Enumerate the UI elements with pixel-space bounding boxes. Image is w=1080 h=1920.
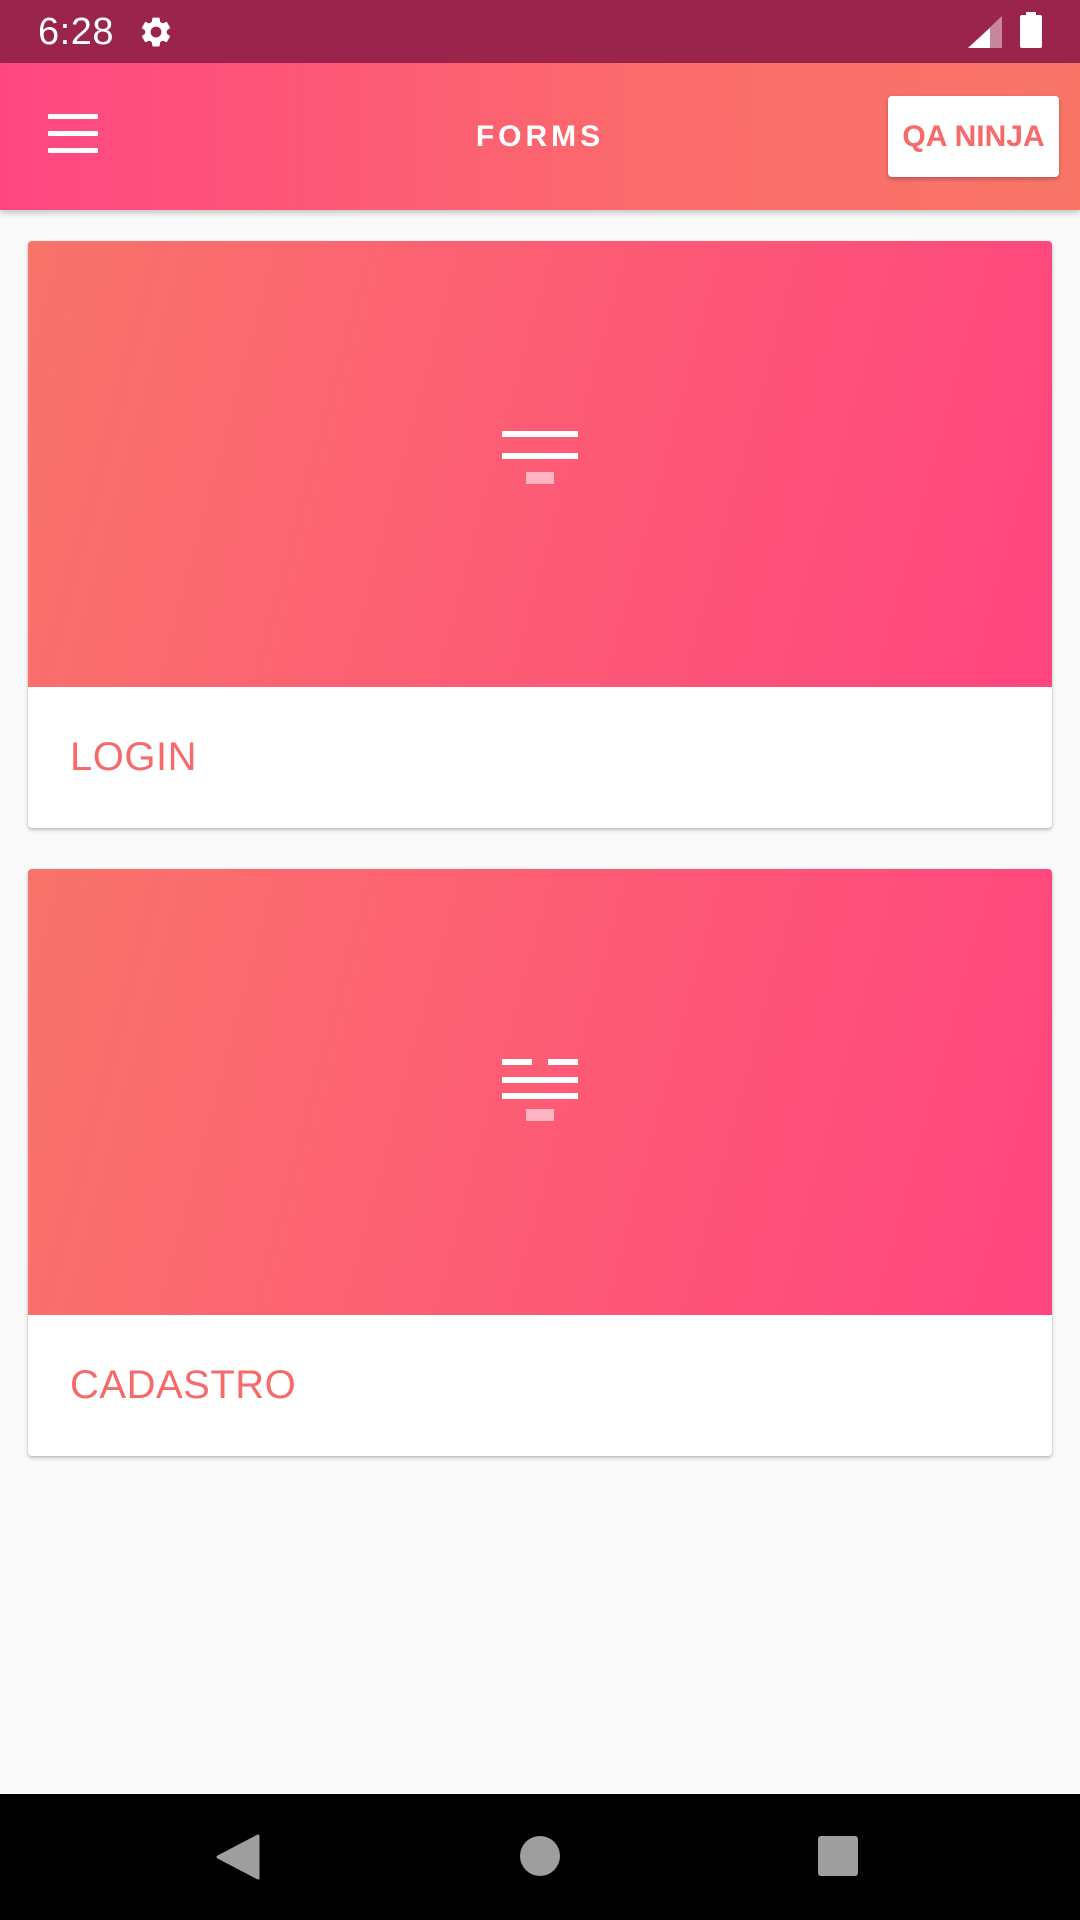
app-bar: FORMS QA NINJA <box>0 63 1080 210</box>
signal-icon <box>968 16 1002 48</box>
cadastro-card[interactable]: CADASTRO <box>28 869 1052 1456</box>
navigation-bar <box>0 1794 1080 1920</box>
qa-ninja-button[interactable]: QA NINJA <box>888 96 1059 177</box>
status-bar: 6:28 <box>0 0 1080 63</box>
back-icon[interactable] <box>216 1834 260 1880</box>
recents-icon[interactable] <box>818 1836 858 1876</box>
menu-button[interactable] <box>36 107 108 167</box>
card-banner <box>28 869 1052 1315</box>
card-banner <box>28 241 1052 687</box>
login-label: LOGIN <box>70 735 197 779</box>
form-lines-icon <box>502 431 578 484</box>
gear-icon <box>141 17 171 47</box>
cadastro-label: CADASTRO <box>70 1363 297 1407</box>
form-lines-icon <box>502 1059 578 1121</box>
login-card[interactable]: LOGIN <box>28 241 1052 828</box>
home-icon[interactable] <box>520 1836 560 1876</box>
status-time: 6:28 <box>38 11 114 53</box>
battery-icon <box>1020 12 1042 48</box>
